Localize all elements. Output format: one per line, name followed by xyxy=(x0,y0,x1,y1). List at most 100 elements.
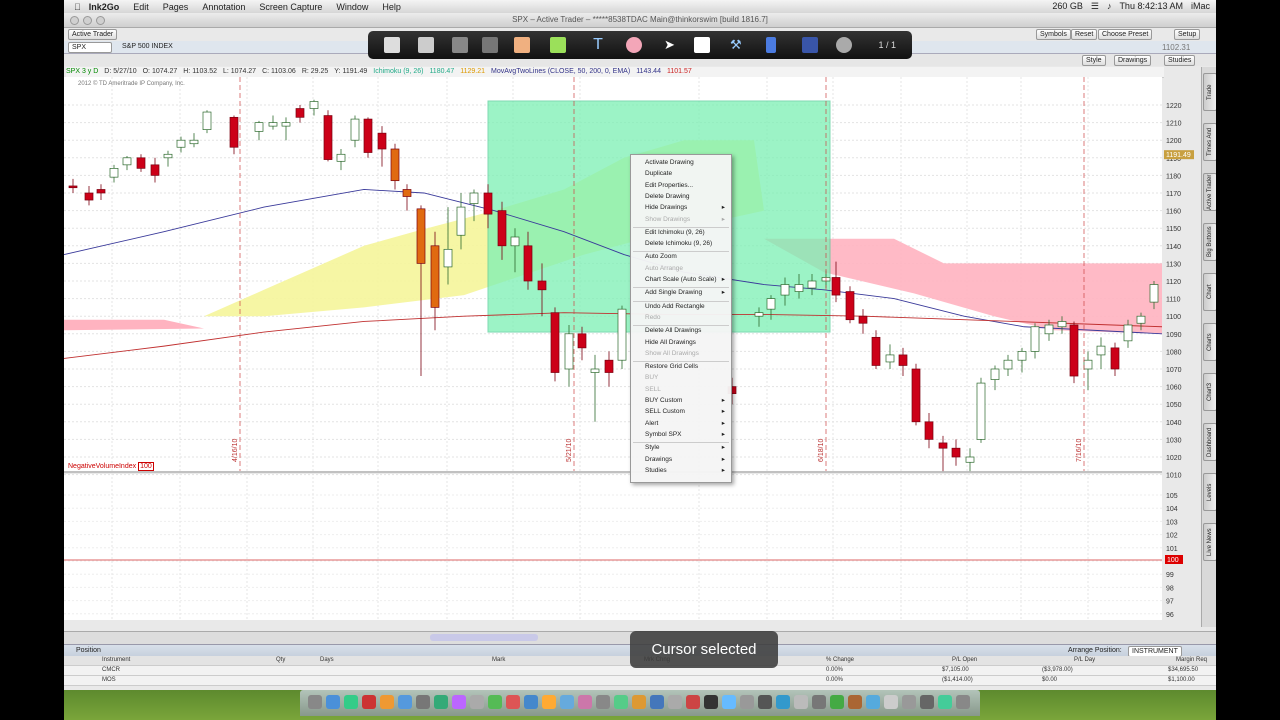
candle-body[interactable] xyxy=(965,456,975,463)
menu-item[interactable]: BUY xyxy=(645,373,725,383)
candle-body[interactable] xyxy=(1069,324,1079,377)
dock-app-icon[interactable] xyxy=(920,695,934,709)
candle-body[interactable] xyxy=(469,192,479,204)
menu-window[interactable]: Window xyxy=(336,2,368,12)
candle-body[interactable] xyxy=(497,210,507,247)
candle-body[interactable] xyxy=(780,284,790,296)
candle-body[interactable] xyxy=(1003,359,1013,370)
menu-item[interactable]: Restore Grid Cells xyxy=(645,362,725,372)
dock-app-icon[interactable] xyxy=(308,695,322,709)
candle-body[interactable] xyxy=(976,382,986,440)
menu-item[interactable]: Auto Zoom xyxy=(645,252,725,262)
candle-body[interactable] xyxy=(350,118,360,141)
gadget-tab[interactable]: Chart xyxy=(1203,273,1216,311)
dock-app-icon[interactable] xyxy=(380,695,394,709)
dock-app-icon[interactable] xyxy=(866,695,880,709)
candle-body[interactable] xyxy=(1123,324,1133,342)
dock-app-icon[interactable] xyxy=(758,695,772,709)
dock-app-icon[interactable] xyxy=(704,695,718,709)
candle-body[interactable] xyxy=(1083,359,1093,370)
highlighter-icon[interactable] xyxy=(482,37,498,53)
candle-body[interactable] xyxy=(1149,284,1159,303)
menu-item[interactable]: Edit Properties... xyxy=(645,181,725,191)
dock-app-icon[interactable] xyxy=(344,695,358,709)
text-tool-icon[interactable]: T xyxy=(590,37,606,53)
candle-body[interactable] xyxy=(564,333,574,370)
dock-app-icon[interactable] xyxy=(956,695,970,709)
candle-body[interactable] xyxy=(604,359,614,373)
studies-button[interactable]: Studies xyxy=(1164,55,1196,66)
candle-body[interactable] xyxy=(163,153,173,159)
candle-body[interactable] xyxy=(390,148,400,182)
candle-body[interactable] xyxy=(268,122,278,127)
menu-item[interactable]: Show All Drawings xyxy=(645,349,725,359)
candle-body[interactable] xyxy=(577,333,587,349)
candle-body[interactable] xyxy=(363,118,373,153)
dock-app-icon[interactable] xyxy=(722,695,736,709)
menu-item[interactable]: Add Single Drawing ▸ xyxy=(645,288,725,298)
dock-app-icon[interactable] xyxy=(596,695,610,709)
candle-body[interactable] xyxy=(550,312,560,373)
close-window-button[interactable] xyxy=(70,16,79,25)
column-header[interactable]: P/L Day xyxy=(1074,656,1095,665)
candle-body[interactable] xyxy=(309,101,319,109)
shape-eraser-icon[interactable] xyxy=(626,37,642,53)
candle-body[interactable] xyxy=(68,185,78,189)
candle-body[interactable] xyxy=(885,354,895,363)
disk-status[interactable]: 260 GB xyxy=(1052,1,1083,12)
menu-item[interactable]: Symbol SPX ▸ xyxy=(645,430,725,440)
column-header[interactable]: Days xyxy=(320,656,334,665)
dock-app-icon[interactable] xyxy=(398,695,412,709)
choose-preset-button[interactable]: Choose Preset xyxy=(1098,29,1153,40)
candle-body[interactable] xyxy=(1017,351,1027,361)
apple-icon[interactable]:  xyxy=(74,2,81,12)
candle-body[interactable] xyxy=(416,208,426,264)
lower-pane[interactable] xyxy=(64,474,1162,620)
gadget-tab[interactable]: Times And Sales xyxy=(1203,123,1216,161)
column-header[interactable]: Margin Req xyxy=(1176,656,1207,665)
dock-app-icon[interactable] xyxy=(416,695,430,709)
candle-body[interactable] xyxy=(295,108,305,118)
candle-body[interactable] xyxy=(281,122,291,127)
position-row[interactable]: MOS 0.00% ($1,414.00) $0.00 $1,100.00 xyxy=(64,676,1216,686)
gadget-tab[interactable]: Chart3 xyxy=(1203,373,1216,411)
candle-body[interactable] xyxy=(951,447,961,458)
dock-app-icon[interactable] xyxy=(686,695,700,709)
column-header[interactable]: P/L Open xyxy=(952,656,977,665)
dock-app-icon[interactable] xyxy=(632,695,646,709)
candle-body[interactable] xyxy=(590,368,600,373)
menu-item[interactable]: Undo Add Rectangle xyxy=(645,302,725,312)
menu-item[interactable]: Studies ▸ xyxy=(645,466,725,476)
menu-item[interactable]: Redo xyxy=(645,313,725,323)
dock-app-icon[interactable] xyxy=(938,695,952,709)
candle-body[interactable] xyxy=(1096,345,1106,356)
pencil-icon[interactable] xyxy=(514,37,530,53)
candle-body[interactable] xyxy=(1057,321,1067,328)
position-instrument[interactable]: CMCR xyxy=(102,666,120,675)
candle-body[interactable] xyxy=(924,421,934,440)
capture-icon[interactable] xyxy=(418,37,434,53)
menu-edit[interactable]: Edit xyxy=(133,2,149,12)
candle-body[interactable] xyxy=(254,122,264,132)
candle-body[interactable] xyxy=(202,111,212,130)
tools-icon[interactable]: ⚒ xyxy=(730,37,746,53)
column-header[interactable]: Mark xyxy=(492,656,505,665)
computer-name[interactable]: iMac xyxy=(1191,1,1210,12)
candle-body[interactable] xyxy=(377,132,387,150)
candle-body[interactable] xyxy=(483,192,493,215)
candle-body[interactable] xyxy=(807,280,817,289)
candle-body[interactable] xyxy=(938,442,948,449)
dock-app-icon[interactable] xyxy=(524,695,538,709)
dock-app-icon[interactable] xyxy=(578,695,592,709)
dock-app-icon[interactable] xyxy=(812,695,826,709)
candle-body[interactable] xyxy=(523,245,533,282)
candle-body[interactable] xyxy=(96,189,106,194)
dock-app-icon[interactable] xyxy=(884,695,898,709)
candle-body[interactable] xyxy=(754,312,764,317)
drawings-button[interactable]: Drawings xyxy=(1114,55,1152,66)
candle-body[interactable] xyxy=(1136,315,1146,324)
dock-app-icon[interactable] xyxy=(470,695,484,709)
dock-app-icon[interactable] xyxy=(848,695,862,709)
column-header[interactable]: Qty xyxy=(276,656,285,665)
column-header[interactable]: % Change xyxy=(826,656,854,665)
